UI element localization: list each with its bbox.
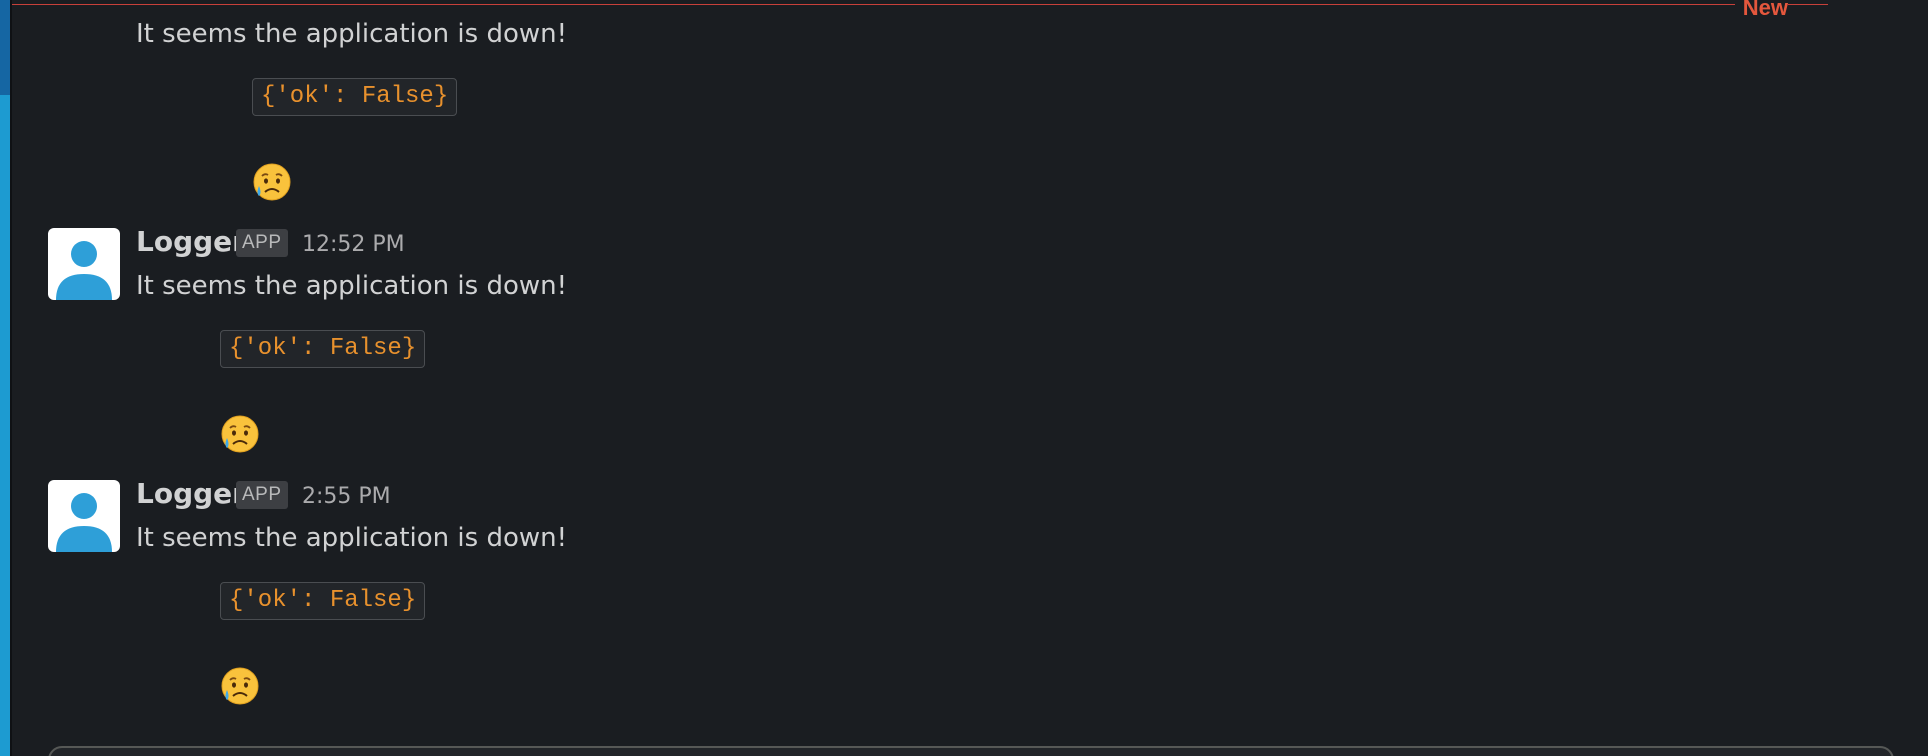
left-rail-edge (10, 0, 12, 756)
sender-name[interactable]: Logger (136, 478, 246, 510)
message-text: It seems the application is down! (136, 523, 568, 553)
message-text: It seems the application is down! (136, 19, 568, 49)
app-badge: APP (236, 229, 288, 257)
sad-but-relieved-face-icon (253, 163, 291, 201)
code-snippet: {'ok': False} (252, 78, 458, 116)
sad-but-relieved-face-icon (221, 667, 259, 705)
code-snippet: {'ok': False} (220, 330, 426, 368)
message-text: It seems the application is down! (136, 271, 568, 301)
message-composer[interactable] (48, 746, 1894, 756)
avatar[interactable] (48, 228, 120, 300)
sad-but-relieved-face-icon (221, 415, 259, 453)
code-snippet: {'ok': False} (220, 582, 426, 620)
message-timestamp[interactable]: 2:55 PM (302, 483, 391, 511)
sender-name[interactable]: Logger (136, 226, 246, 258)
app-badge: APP (236, 481, 288, 509)
user-avatar-icon (56, 241, 112, 300)
left-rail-highlight (0, 0, 10, 95)
left-rail (0, 0, 10, 756)
message-pane: New It seems the application is down! {'… (0, 0, 1928, 756)
new-messages-divider: New (12, 0, 1828, 19)
new-messages-label: New (1734, 0, 1788, 19)
avatar[interactable] (48, 480, 120, 552)
message-timestamp[interactable]: 12:52 PM (302, 231, 405, 259)
user-avatar-icon (56, 493, 112, 552)
